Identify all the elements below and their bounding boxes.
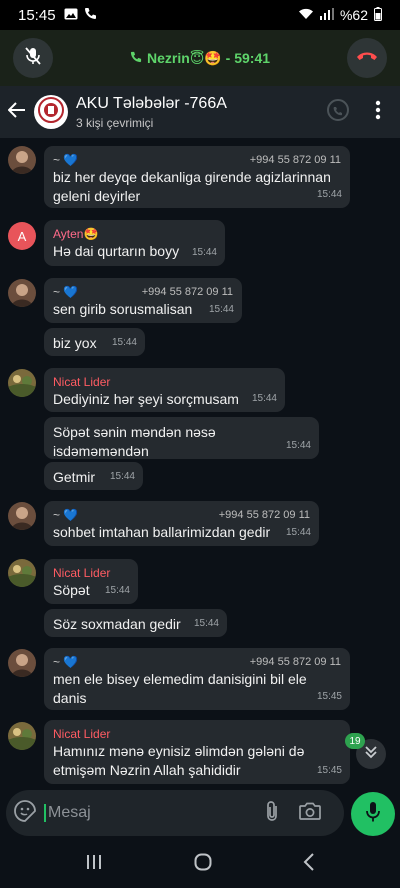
message-bubble[interactable]: Ayten🤩 Hə dai qurtarın boyy 15:44 xyxy=(44,220,225,266)
message-text: Dediyiniz hər şeyi sorçmusam xyxy=(53,391,239,407)
mic-off-icon xyxy=(23,46,43,71)
message-time: 15:44 xyxy=(193,618,219,629)
sticker-icon xyxy=(14,799,36,827)
back-button[interactable] xyxy=(0,86,34,138)
call-add-icon xyxy=(326,98,350,127)
back-nav-button[interactable] xyxy=(303,852,315,876)
message-sender: ~ 💙 xyxy=(53,153,79,167)
message-text: biz her deyqe dekanliga girende agizlari… xyxy=(53,169,331,204)
image-icon xyxy=(64,7,78,24)
message-time: 15:45 xyxy=(316,765,342,776)
message-bubble[interactable]: Söpət sənin məndən nəsə isdəməməndən 15:… xyxy=(44,417,319,459)
hang-up-icon xyxy=(356,49,378,67)
mute-button[interactable] xyxy=(13,38,53,78)
message-time: 15:44 xyxy=(251,393,277,404)
message-time: 15:44 xyxy=(191,247,217,258)
message-text: sohbet imtahan ballarimizdan gedir xyxy=(53,524,271,540)
message-sender: Nicat Lider xyxy=(53,566,111,580)
call-phone-icon xyxy=(130,50,142,66)
message-time: 15:44 xyxy=(208,304,234,315)
message-input[interactable] xyxy=(48,804,253,822)
message-bubble[interactable]: ~ 💙 +994 55 872 09 11 biz her deyqe dekan… xyxy=(44,146,350,208)
message-phone[interactable]: +994 55 872 09 11 xyxy=(250,654,341,670)
sender-avatar[interactable]: A xyxy=(8,222,36,250)
camera-icon xyxy=(299,802,321,825)
message-sender: ~ 💙 xyxy=(53,655,79,669)
message-bubble[interactable]: Nicat Lider Söpət 15:44 xyxy=(44,559,138,604)
header-text[interactable]: AKU Tələbələr -766A 3 kişi çevrimiçi xyxy=(76,95,227,130)
paperclip-icon xyxy=(265,800,279,827)
message-bubble[interactable]: biz yox 15:44 xyxy=(44,328,145,356)
more-options-button[interactable] xyxy=(364,98,392,126)
message-phone[interactable]: +994 55 872 09 11 xyxy=(250,152,341,168)
message-time: 15:45 xyxy=(316,691,342,702)
message-sender: Nicat Lider xyxy=(53,727,111,741)
arrow-left-icon xyxy=(7,101,26,123)
message-time: 15:44 xyxy=(111,337,137,348)
sender-avatar[interactable] xyxy=(8,559,36,587)
more-vertical-icon xyxy=(375,100,381,125)
emoji-button[interactable] xyxy=(6,799,44,827)
status-time: 15:45 xyxy=(18,6,56,24)
text-caret xyxy=(44,804,46,822)
attach-button[interactable] xyxy=(253,800,291,827)
message-time: 15:44 xyxy=(109,471,135,482)
message-bubble[interactable]: Söz soxmadan gedir 15:44 xyxy=(44,609,227,637)
battery-icon xyxy=(374,6,382,24)
wifi-icon xyxy=(298,7,314,23)
message-list[interactable]: ~ 💙 +994 55 872 09 11 biz her deyqe dekan… xyxy=(0,138,400,788)
message-text: Hamınız mənə eynisiz əlimdən gələni də e… xyxy=(53,743,305,778)
message-text: sen girib sorusmalisan xyxy=(53,301,193,317)
message-text: men ele bisey elemedim danisigini bil el… xyxy=(53,671,307,706)
message-bubble[interactable]: Getmir 15:44 xyxy=(44,462,143,490)
group-avatar[interactable] xyxy=(34,95,68,129)
message-text: Söpət sənin məndən nəsə isdəməməndən xyxy=(53,424,216,459)
message-sender: Ayten🤩 xyxy=(53,227,99,241)
sender-avatar[interactable] xyxy=(8,722,36,750)
microphone-icon xyxy=(365,801,381,828)
message-time: 15:44 xyxy=(285,527,311,538)
avatar-initial: A xyxy=(17,228,27,244)
message-time: 15:44 xyxy=(316,189,342,200)
voice-message-button[interactable] xyxy=(351,792,395,836)
sender-avatar[interactable] xyxy=(8,279,36,307)
unread-count-badge: 19 xyxy=(345,733,365,749)
message-sender: ~ 💙 xyxy=(53,508,79,522)
sender-avatar[interactable] xyxy=(8,649,36,677)
message-bubble[interactable]: ~ 💙 +994 55 872 09 11 men ele bisey eleme… xyxy=(44,648,350,710)
phone-icon xyxy=(84,7,97,24)
message-sender: ~ 💙 xyxy=(53,285,79,299)
home-button[interactable] xyxy=(194,853,212,876)
message-sender: Nicat Lider xyxy=(53,375,111,389)
end-call-button[interactable] xyxy=(347,38,387,78)
call-info: Nezrin😇🤩 - 59:41 xyxy=(130,50,270,67)
message-bubble[interactable]: Nicat Lider Dediyiniz hər şeyi sorçmusam… xyxy=(44,368,285,412)
chat-header: AKU Tələbələr -766A 3 kişi çevrimiçi xyxy=(0,86,400,138)
ongoing-call-bar[interactable]: Nezrin😇🤩 - 59:41 xyxy=(0,30,400,86)
battery-label: %62 xyxy=(339,7,368,23)
system-navigation-bar xyxy=(0,840,400,888)
online-count: 3 kişi çevrimiçi xyxy=(76,115,154,130)
message-time: 15:44 xyxy=(285,440,311,451)
university-logo-icon xyxy=(37,96,65,129)
recent-apps-button[interactable] xyxy=(85,854,103,875)
status-bar: 15:45 %62 xyxy=(0,0,400,30)
group-name: AKU Tələbələr -766A xyxy=(76,94,227,112)
call-caller-label: Nezrin😇🤩 - 59:41 xyxy=(146,49,271,66)
message-input-container[interactable] xyxy=(6,790,344,836)
message-phone[interactable]: +994 55 872 09 11 xyxy=(219,507,310,523)
add-call-button[interactable] xyxy=(324,98,352,126)
sender-avatar[interactable] xyxy=(8,502,36,530)
sender-avatar[interactable] xyxy=(8,146,36,174)
message-bubble[interactable]: Nicat Lider Hamınız mənə eynisiz əlimdən… xyxy=(44,720,350,784)
message-phone[interactable]: +994 55 872 09 11 xyxy=(142,284,233,300)
message-bubble[interactable]: ~ 💙 +994 55 872 09 11 sen girib sorusmali… xyxy=(44,278,242,323)
camera-button[interactable] xyxy=(291,802,329,825)
signal-icon xyxy=(319,7,334,23)
sender-avatar[interactable] xyxy=(8,369,36,397)
composer xyxy=(0,788,400,840)
message-time: 15:44 xyxy=(104,585,130,596)
message-bubble[interactable]: ~ 💙 +994 55 872 09 11 sohbet imtahan ball… xyxy=(44,501,319,546)
double-chevron-down-icon xyxy=(364,745,378,764)
